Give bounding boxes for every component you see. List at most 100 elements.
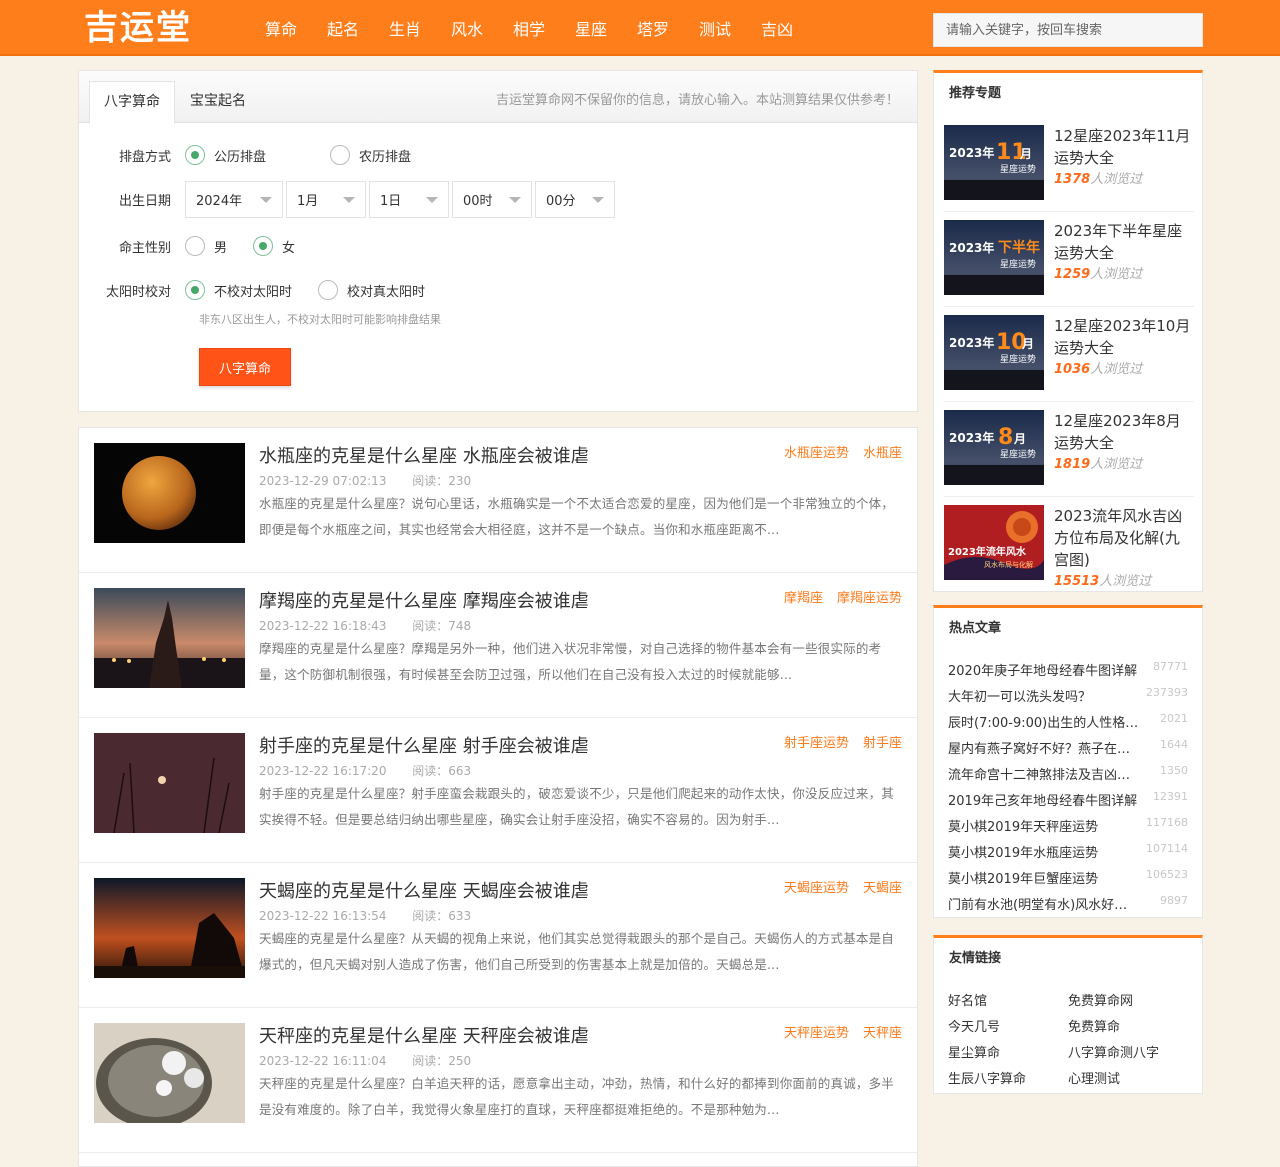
hot-article-title[interactable]: 莫小棋2019年水瓶座运势 xyxy=(948,842,1098,861)
article-thumbnail[interactable] xyxy=(94,1023,245,1123)
article-tag[interactable]: 摩羯座运势 xyxy=(837,587,902,606)
topic-title[interactable]: 2023年下半年星座运势大全 1259人浏览过 xyxy=(1054,220,1194,286)
bazi-submit-button[interactable]: 八字算命 xyxy=(199,348,291,386)
hot-article-title[interactable]: 流年命宫十二神煞排法及吉凶… xyxy=(948,764,1130,783)
search-input[interactable] xyxy=(933,13,1203,47)
friend-link[interactable]: 心理测试 xyxy=(1068,1068,1120,1087)
hot-article-title[interactable]: 莫小棋2019年巨蟹座运势 xyxy=(948,868,1098,887)
topic-item[interactable]: 2023年 下半年 星座运势 2023年下半年星座运势大全 1259人浏览过 xyxy=(944,212,1194,307)
radio-no-solar-correction[interactable]: 不校对太阳时 xyxy=(185,280,292,300)
article-thumbnail[interactable] xyxy=(94,588,245,688)
article-title[interactable]: 水瓶座的克星是什么星座 水瓶座会被谁虐 xyxy=(259,442,589,468)
hot-article-title[interactable]: 2019年己亥年地母经春牛图详解 xyxy=(948,790,1137,809)
nav-item-suanming[interactable]: 算命 xyxy=(250,0,312,56)
hour-select[interactable]: 00时 xyxy=(452,181,532,218)
article-tag[interactable]: 水瓶座 xyxy=(863,442,902,461)
hot-article-title[interactable]: 门前有水池(明堂有水)风水好… xyxy=(948,894,1127,913)
nav-item-xingzuo[interactable]: 星座 xyxy=(560,0,622,56)
topic-title[interactable]: 12星座2023年8月运势大全 1819人浏览过 xyxy=(1054,410,1194,476)
site-logo[interactable]: 吉运堂 xyxy=(84,8,192,48)
article-title[interactable]: 天秤座的克星是什么星座 天秤座会被谁虐 xyxy=(259,1022,589,1048)
hot-article-item[interactable]: 莫小棋2019年水瓶座运势 107114 xyxy=(948,842,1188,861)
hot-article-item[interactable]: 辰时(7:00-9:00)出生的人性格… 2021 xyxy=(948,712,1188,731)
article-list: 水瓶座的克星是什么星座 水瓶座会被谁虐 水瓶座运势 水瓶座 2023-12-29… xyxy=(78,427,918,1167)
topic-thumbnail[interactable]: 2023年 10 月 星座运势 xyxy=(944,315,1044,390)
topic-title[interactable]: 12星座2023年10月运势大全 1036人浏览过 xyxy=(1054,315,1194,381)
topic-thumbnail[interactable]: 2023年 下半年 星座运势 xyxy=(944,220,1044,295)
hot-article-item[interactable]: 莫小棋2019年巨蟹座运势 106523 xyxy=(948,868,1188,887)
topic-item[interactable]: 2023年 10 月 星座运势 12星座2023年10月运势大全 1036人浏览… xyxy=(944,307,1194,402)
topic-thumbnail[interactable]: 2023年 11 月 星座运势 xyxy=(944,125,1044,200)
topic-title-text[interactable]: 2023流年风水吉凶方位布局及化解(九宫图) xyxy=(1054,507,1182,569)
topic-item[interactable]: 2023年流年风水 风水布局与化解 2023流年风水吉凶方位布局及化解(九宫图)… xyxy=(944,497,1194,592)
article-thumbnail[interactable] xyxy=(94,733,245,833)
radio-lunar-calendar[interactable]: 农历排盘 xyxy=(330,145,411,165)
friend-link[interactable]: 免费算命 xyxy=(1068,1016,1120,1035)
friend-link[interactable]: 八字算命测八字 xyxy=(1068,1042,1159,1061)
article-thumbnail[interactable] xyxy=(94,878,245,978)
hot-article-title[interactable]: 2020年庚子年地母经春牛图详解 xyxy=(948,660,1137,679)
nav-item-jixiong[interactable]: 吉凶 xyxy=(746,0,808,56)
article-tag[interactable]: 天秤座运势 xyxy=(784,1022,849,1041)
minute-select[interactable]: 00分 xyxy=(535,181,615,218)
article-tag[interactable]: 天蝎座 xyxy=(863,877,902,896)
hot-article-item[interactable]: 2020年庚子年地母经春牛图详解 87771 xyxy=(948,660,1188,679)
radio-male[interactable]: 男 xyxy=(185,236,227,256)
nav-item-fengshui[interactable]: 风水 xyxy=(436,0,498,56)
hot-article-item[interactable]: 屋内有燕子窝好不好？燕子在… 1644 xyxy=(948,738,1188,757)
friend-link[interactable]: 今天几号 xyxy=(948,1016,1000,1035)
hot-article-item[interactable]: 门前有水池(明堂有水)风水好… 9897 xyxy=(948,894,1188,913)
list-item[interactable]: 水瓶座的克星是什么星座 水瓶座会被谁虐 水瓶座运势 水瓶座 2023-12-29… xyxy=(79,428,917,573)
article-tag[interactable]: 天蝎座运势 xyxy=(784,877,849,896)
topic-thumbnail[interactable]: 2023年流年风水 风水布局与化解 xyxy=(944,505,1044,580)
nav-item-ceshi[interactable]: 测试 xyxy=(684,0,746,56)
topic-title-text[interactable]: 2023年下半年星座运势大全 xyxy=(1054,222,1182,262)
month-select[interactable]: 1月 xyxy=(286,181,366,218)
article-title[interactable]: 天蝎座的克星是什么星座 天蝎座会被谁虐 xyxy=(259,877,589,903)
article-tag[interactable]: 射手座运势 xyxy=(784,732,849,751)
article-tag[interactable]: 水瓶座运势 xyxy=(784,442,849,461)
list-item[interactable]: 射手座的克星是什么星座 射手座会被谁虐 射手座运势 射手座 2023-12-22… xyxy=(79,718,917,863)
topic-item[interactable]: 2023年 8 月 星座运势 12星座2023年8月运势大全 1819人浏览过 xyxy=(944,402,1194,497)
solar-time-row: 太阳时校对 不校对太阳时 校对真太阳时 xyxy=(79,280,451,300)
topic-title-text[interactable]: 12星座2023年8月运势大全 xyxy=(1054,412,1181,452)
list-item[interactable]: 天秤座的克星是什么星座 天秤座会被谁虐 天秤座运势 天秤座 2023-12-22… xyxy=(79,1008,917,1153)
hot-article-item[interactable]: 莫小棋2019年天秤座运势 117168 xyxy=(948,816,1188,835)
hot-article-title[interactable]: 屋内有燕子窝好不好？燕子在… xyxy=(948,738,1130,757)
nav-item-xiangxue[interactable]: 相学 xyxy=(498,0,560,56)
tab-bazi[interactable]: 八字算命 xyxy=(89,81,175,124)
radio-solar-calendar[interactable]: 公历排盘 xyxy=(185,145,266,165)
article-title[interactable]: 射手座的克星是什么星座 射手座会被谁虐 xyxy=(259,732,589,758)
day-select[interactable]: 1日 xyxy=(369,181,449,218)
hot-article-item[interactable]: 2019年己亥年地母经春牛图详解 12391 xyxy=(948,790,1188,809)
article-tag[interactable]: 摩羯座 xyxy=(784,587,823,606)
topic-title-text[interactable]: 12星座2023年10月运势大全 xyxy=(1054,317,1190,357)
list-item[interactable]: 天蝎座的克星是什么星座 天蝎座会被谁虐 天蝎座运势 天蝎座 2023-12-22… xyxy=(79,863,917,1008)
list-item[interactable]: 摩羯座的克星是什么星座 摩羯座会被谁虐 摩羯座 摩羯座运势 2023-12-22… xyxy=(79,573,917,718)
hot-article-title[interactable]: 辰时(7:00-9:00)出生的人性格… xyxy=(948,712,1138,731)
friend-link[interactable]: 生辰八字算命 xyxy=(948,1068,1026,1087)
nav-item-qiming[interactable]: 起名 xyxy=(312,0,374,56)
article-tag[interactable]: 天秤座 xyxy=(863,1022,902,1041)
tab-baby-naming[interactable]: 宝宝起名 xyxy=(179,81,257,124)
hot-article-item[interactable]: 大年初一可以洗头发吗？ 237393 xyxy=(948,686,1188,705)
friend-link[interactable]: 好名馆 xyxy=(948,990,987,1009)
nav-item-shengxiao[interactable]: 生肖 xyxy=(374,0,436,56)
article-tag[interactable]: 射手座 xyxy=(863,732,902,751)
year-select[interactable]: 2024年 xyxy=(185,181,283,218)
radio-female[interactable]: 女 xyxy=(253,236,295,256)
hot-article-title[interactable]: 大年初一可以洗头发吗？ xyxy=(948,686,1091,705)
hot-article-item[interactable]: 流年命宫十二神煞排法及吉凶… 1350 xyxy=(948,764,1188,783)
topic-thumbnail[interactable]: 2023年 8 月 星座运势 xyxy=(944,410,1044,485)
friend-link[interactable]: 免费算命网 xyxy=(1068,990,1133,1009)
radio-true-solar-correction[interactable]: 校对真太阳时 xyxy=(318,280,425,300)
topic-item[interactable]: 2023年 11 月 星座运势 12星座2023年11月运势大全 1378人浏览… xyxy=(944,117,1194,212)
topic-title-text[interactable]: 12星座2023年11月运势大全 xyxy=(1054,127,1190,167)
article-thumbnail[interactable] xyxy=(94,443,245,543)
article-title[interactable]: 摩羯座的克星是什么星座 摩羯座会被谁虐 xyxy=(259,587,589,613)
topic-title[interactable]: 12星座2023年11月运势大全 1378人浏览过 xyxy=(1054,125,1194,191)
hot-article-title[interactable]: 莫小棋2019年天秤座运势 xyxy=(948,816,1098,835)
topic-title[interactable]: 2023流年风水吉凶方位布局及化解(九宫图) 15513人浏览过 xyxy=(1054,505,1194,593)
friend-link[interactable]: 星尘算命 xyxy=(948,1042,1000,1061)
nav-item-taluo[interactable]: 塔罗 xyxy=(622,0,684,56)
